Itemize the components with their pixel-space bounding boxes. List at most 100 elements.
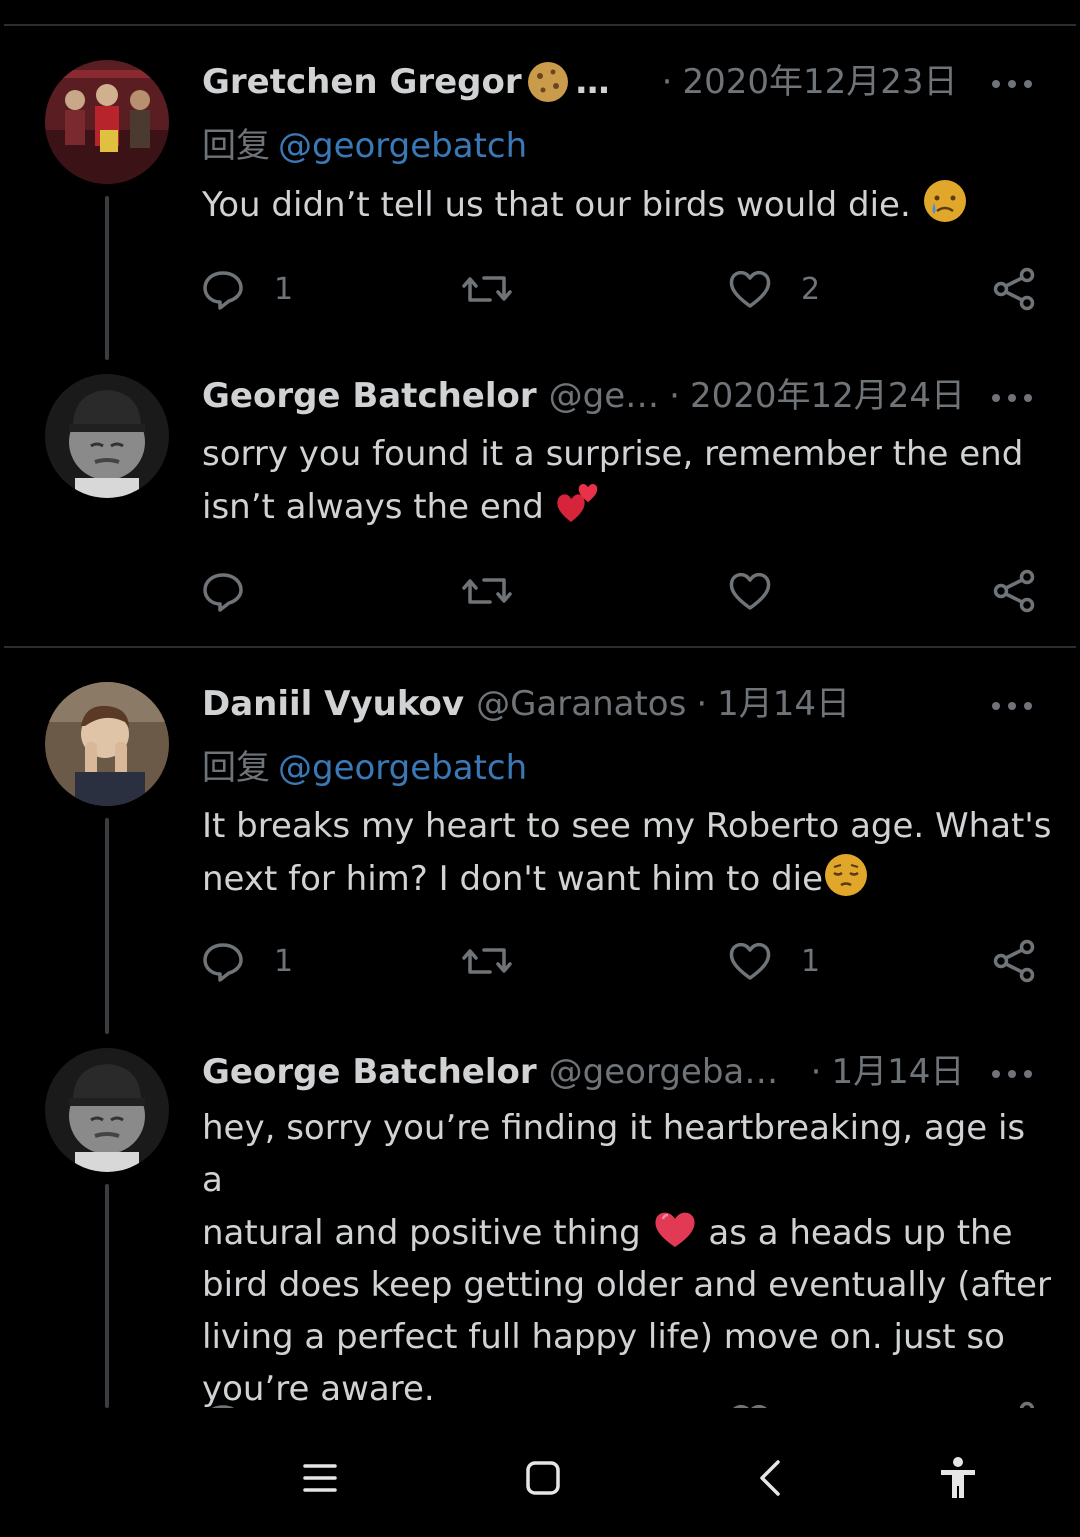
tweet-text-line: natural and positive thing as a heads up…	[202, 1206, 1052, 1259]
retweet-icon	[462, 578, 512, 604]
retweet-button[interactable]	[462, 566, 512, 616]
tweet-text: sorry you found it a surprise, remember …	[202, 428, 1052, 533]
display-name[interactable]: Daniil Vyukov	[202, 682, 464, 726]
retweet-button[interactable]	[462, 264, 512, 314]
tweet-text-span: natural and positive thing	[202, 1213, 652, 1253]
heart-icon	[729, 572, 771, 610]
share-icon	[993, 939, 1035, 983]
share-icon	[993, 267, 1035, 311]
like-button[interactable]	[727, 1398, 773, 1408]
reply-icon	[203, 271, 243, 310]
retweet-button[interactable]	[462, 1398, 512, 1408]
like-button[interactable]	[727, 566, 773, 616]
tweet-date[interactable]: 2020年12月23日	[682, 60, 957, 104]
thread-content[interactable]: Gretchen Gregor … · 2020年12月23日 回复 @georg…	[0, 0, 1080, 1408]
username[interactable]: @georgebat…	[549, 1050, 785, 1094]
tweet-header: George Batchelor @ge… · 2020年12月24日	[202, 374, 1040, 418]
tweet-text-line: sorry you found it a surprise, remember …	[202, 434, 1024, 474]
separator: ·	[669, 376, 680, 416]
share-button[interactable]	[992, 936, 1038, 986]
heart-icon	[733, 1404, 767, 1408]
heart-icon	[729, 942, 771, 980]
reply-icon	[203, 943, 243, 982]
tweet-text-line: living a perfect full happy life) move o…	[202, 1317, 1005, 1357]
tweet-header: Daniil Vyukov @Garanatos · 1月14日	[202, 682, 1040, 726]
name-ellipsis: …	[575, 62, 610, 102]
reply-button[interactable]: 1	[200, 936, 293, 986]
display-name[interactable]: George Batchelor	[202, 1050, 537, 1094]
more-options-icon[interactable]	[992, 62, 1032, 106]
tweet-date[interactable]: 1月14日	[717, 682, 850, 726]
system-navigation-bar	[0, 1408, 1080, 1537]
tweet-actions: 1 1	[200, 936, 1040, 986]
thread-line	[105, 196, 109, 360]
cookie-emoji	[526, 60, 570, 104]
tweet-text-line: next for him? I don't want him to die	[202, 852, 1052, 905]
twitter-thread-screen: Gretchen Gregor … · 2020年12月23日 回复 @georg…	[0, 0, 1080, 1537]
menu-icon[interactable]	[290, 1448, 350, 1508]
mention-link[interactable]: @georgebatch	[278, 126, 527, 166]
separator: ·	[661, 62, 673, 102]
thread-line	[105, 818, 109, 1034]
tweet-date[interactable]: 1月14日	[831, 1050, 964, 1094]
mention-link[interactable]: @georgebatch	[278, 748, 527, 788]
retweet-icon	[462, 1400, 512, 1408]
tweet-text-line: isn’t always the end	[202, 480, 1052, 533]
reply-icon	[203, 573, 243, 612]
display-name[interactable]: George Batchelor	[202, 374, 537, 418]
share-button[interactable]	[992, 264, 1038, 314]
home-icon[interactable]	[513, 1448, 573, 1508]
avatar[interactable]	[45, 682, 169, 806]
like-button[interactable]: 1	[727, 936, 820, 986]
thread-line	[105, 1184, 109, 1408]
tweet-text-body: You didn’t tell us that our birds would …	[202, 185, 922, 225]
separator: ·	[696, 684, 708, 724]
tweet-text: It breaks my heart to see my Roberto age…	[202, 800, 1052, 905]
tweet-header: George Batchelor @georgebat… · 1月14日	[202, 1050, 1040, 1094]
reply-count: 1	[274, 943, 294, 979]
like-count: 2	[801, 271, 821, 307]
tweet-text-line: It breaks my heart to see my Roberto age…	[202, 806, 1052, 846]
reply-button[interactable]: 1	[200, 264, 293, 314]
heart-icon	[729, 270, 771, 308]
share-icon	[1019, 1401, 1035, 1408]
avatar[interactable]	[45, 60, 169, 184]
replying-to: 回复 @georgebatch	[202, 746, 527, 790]
crying-face-emoji	[922, 178, 968, 224]
reply-button[interactable]	[200, 1398, 246, 1408]
top-divider	[4, 24, 1076, 26]
tweet-text-line: hey, sorry you’re finding it heartbreaki…	[202, 1108, 1026, 1200]
username[interactable]: @ge…	[549, 374, 660, 418]
tweet-text-span: isn’t always the end	[202, 487, 555, 527]
tweet-text: You didn’t tell us that our birds would …	[202, 178, 1052, 231]
avatar[interactable]	[45, 374, 169, 498]
tweet-text: hey, sorry you’re finding it heartbreaki…	[202, 1102, 1052, 1408]
back-icon[interactable]	[740, 1448, 800, 1508]
more-options-icon[interactable]	[992, 684, 1032, 728]
share-icon	[993, 569, 1035, 613]
tweet-actions	[200, 1398, 1040, 1408]
replying-to: 回复 @georgebatch	[202, 124, 527, 168]
reply-count: 1	[274, 271, 294, 307]
like-button[interactable]: 2	[727, 264, 820, 314]
tweet-actions: 1 2	[200, 264, 1040, 314]
separator: ·	[810, 1052, 822, 1092]
red-heart-emoji	[652, 1206, 698, 1252]
avatar[interactable]	[45, 1048, 169, 1172]
more-options-icon[interactable]	[992, 376, 1032, 420]
tweet-header: Gretchen Gregor … · 2020年12月23日	[202, 60, 1040, 104]
reply-button[interactable]	[200, 566, 246, 616]
tweet-text-line: bird does keep getting older and eventua…	[202, 1265, 1051, 1305]
tweet-text-span: next for him? I don't want him to die	[202, 859, 824, 899]
share-button[interactable]	[992, 566, 1038, 616]
username[interactable]: @Garanatos	[476, 682, 686, 726]
more-options-icon[interactable]	[992, 1052, 1032, 1096]
tweet-date[interactable]: 2020年12月24日	[690, 374, 965, 418]
display-name[interactable]: Gretchen Gregor	[202, 60, 522, 104]
accessibility-icon[interactable]	[928, 1448, 988, 1508]
reply-label: 回复	[202, 126, 270, 166]
tweet-text-span: as a heads up the	[697, 1213, 1013, 1253]
share-button[interactable]	[992, 1398, 1038, 1408]
retweet-button[interactable]	[462, 936, 512, 986]
reply-icon	[211, 1405, 235, 1408]
